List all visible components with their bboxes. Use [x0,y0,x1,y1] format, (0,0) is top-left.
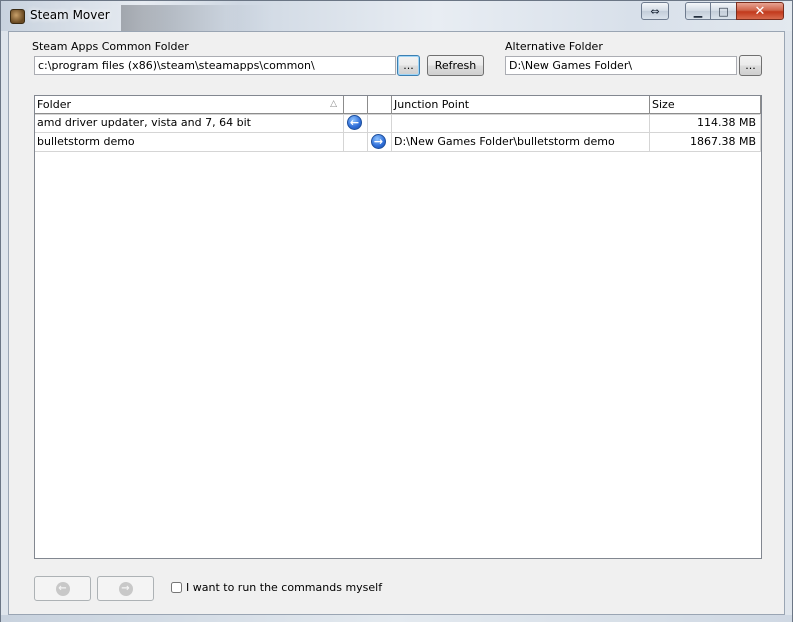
common-folder-label: Steam Apps Common Folder [32,40,189,53]
move-right-cell[interactable] [368,114,392,133]
refresh-button[interactable]: Refresh [427,55,484,76]
junction-cell: D:\New Games Folder\bulletstorm demo [392,133,650,152]
run-commands-checkbox[interactable] [171,582,182,593]
sort-ascending-icon: △ [330,99,337,109]
maximize-button[interactable]: □ [710,2,737,20]
list-header: Folder △ Junction Point Size [35,96,761,115]
title-bar-background-reflection [121,5,271,31]
common-folder-browse-button[interactable]: ... [397,55,420,76]
arrow-right-circle-icon: → [118,581,133,596]
size-cell: 1867.38 MB [650,133,761,152]
table-row[interactable]: bulletstorm demo → D:\New Games Folder\b… [35,133,761,152]
junction-cell [392,114,650,133]
run-commands-label[interactable]: I want to run the commands myself [186,581,382,594]
move-left-cell[interactable]: ← [344,114,368,133]
steam-mover-app-icon [10,9,25,24]
alternative-folder-browse-button[interactable]: ... [739,55,762,76]
move-right-cell[interactable]: → [368,133,392,152]
window-title: Steam Mover [30,8,110,22]
arrow-left-circle-icon: ← [55,581,70,596]
title-bar[interactable]: Steam Mover ⇔ ▁ □ ✕ [1,1,792,31]
minimize-icon: ▁ [693,4,703,18]
column-header-move-right[interactable] [368,96,392,114]
column-header-size[interactable]: Size [650,96,761,114]
column-header-move-left[interactable] [344,96,368,114]
window-bottom-border [1,615,792,622]
arrow-right-circle-icon[interactable]: → [371,134,386,149]
common-folder-input[interactable] [34,56,396,75]
main-panel: Steam Apps Common Folder ... Refresh Alt… [8,31,785,615]
maximize-icon: □ [718,4,729,18]
table-row[interactable]: amd driver updater, vista and 7, 64 bit … [35,114,761,133]
folder-cell: amd driver updater, vista and 7, 64 bit [35,114,344,133]
size-cell: 114.38 MB [650,114,761,133]
back-button[interactable]: ← [34,576,91,601]
folder-list[interactable]: Folder △ Junction Point Size amd driver … [34,95,762,559]
alternative-folder-label: Alternative Folder [505,40,603,53]
column-header-junction-point[interactable]: Junction Point [392,96,650,114]
alternative-folder-input[interactable] [505,56,737,75]
column-header-folder[interactable]: Folder △ [35,96,344,114]
close-button[interactable]: ✕ [736,2,784,20]
arrow-left-circle-icon[interactable]: ← [347,115,362,130]
forward-button[interactable]: → [97,576,154,601]
steam-mover-window: Steam Mover ⇔ ▁ □ ✕ Steam Apps Common Fo… [0,0,793,622]
close-icon: ✕ [754,3,766,19]
move-left-cell[interactable] [344,133,368,152]
folder-cell: bulletstorm demo [35,133,344,152]
swap-icon[interactable]: ⇔ [641,2,669,20]
minimize-button[interactable]: ▁ [685,2,711,20]
